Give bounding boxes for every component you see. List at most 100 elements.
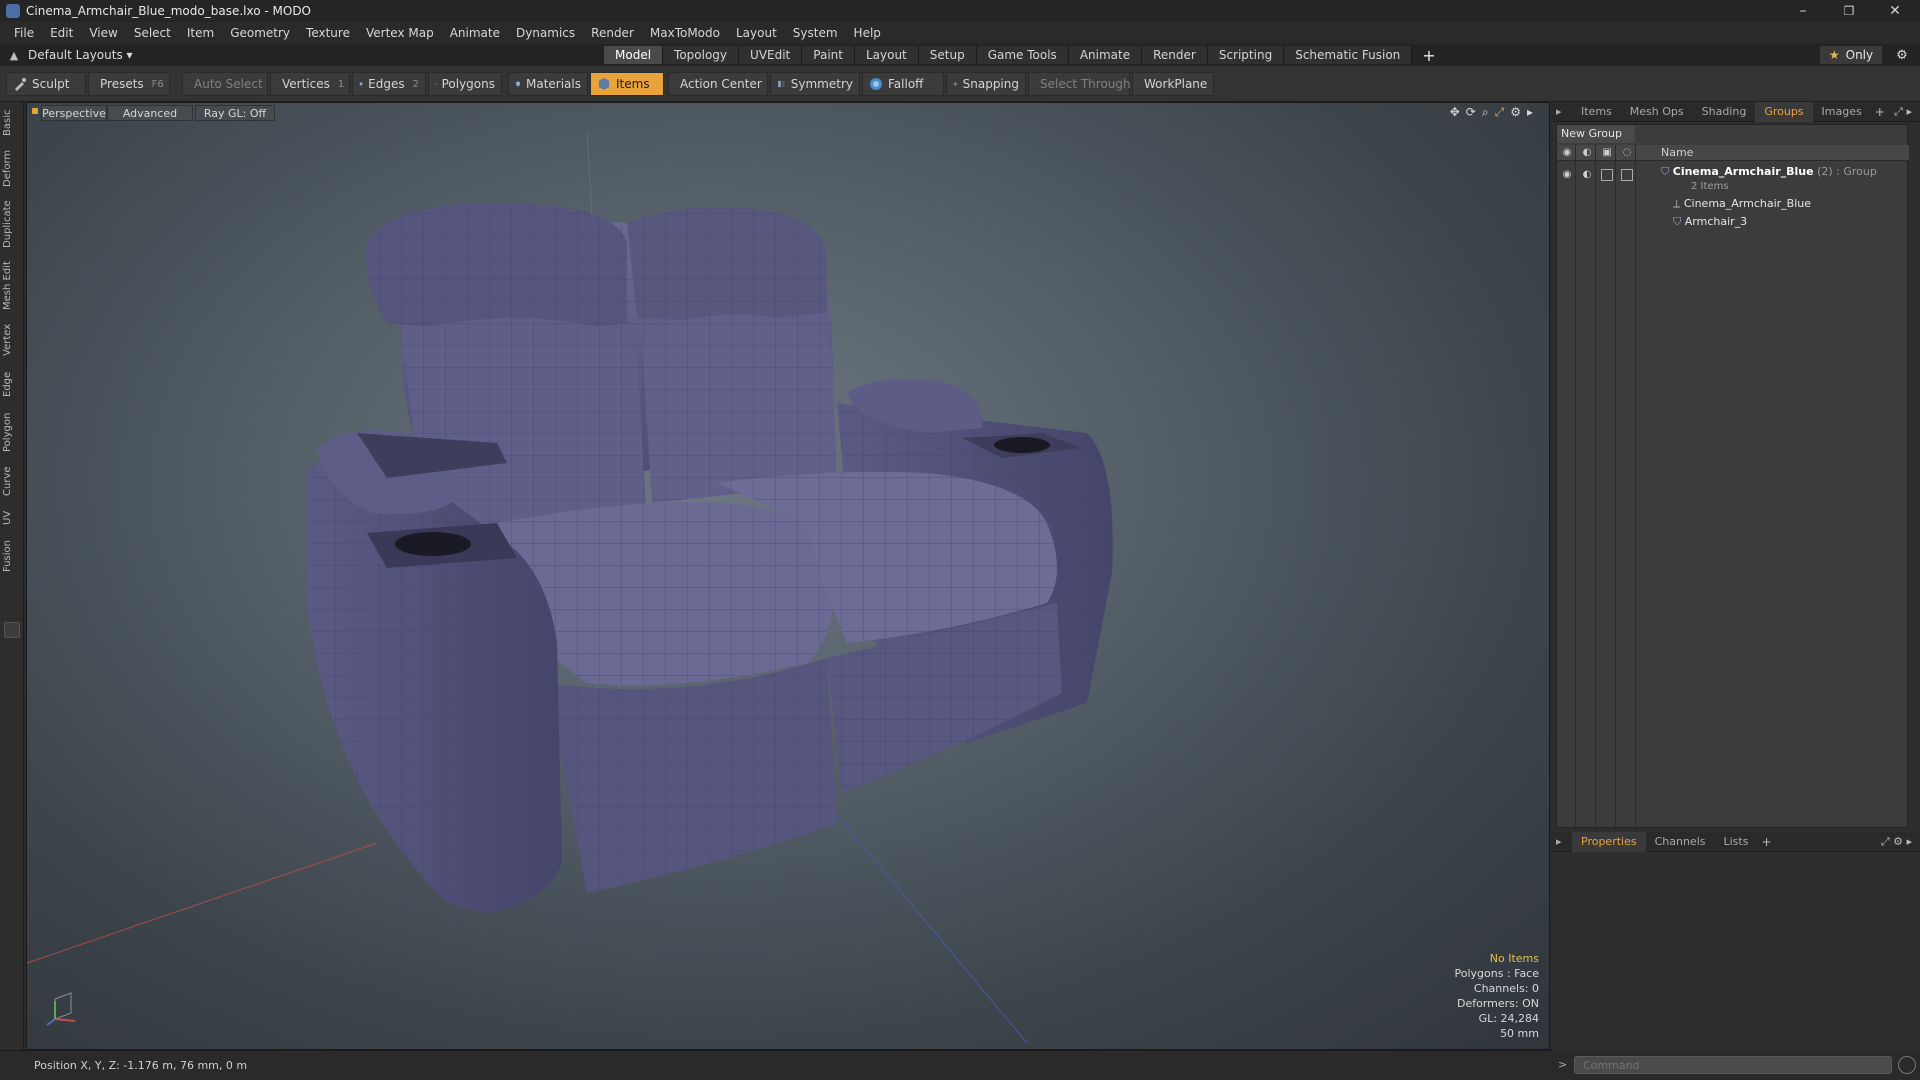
falloff-button[interactable]: Falloff [862,72,944,96]
viewport-settings-icon[interactable]: ⚙ [1510,105,1521,120]
select-column-icon[interactable]: ◌ [1621,147,1633,159]
shading-mode-dropdown[interactable]: Advanced [107,105,193,121]
menu-geometry[interactable]: Geometry [222,22,298,44]
command-run-button[interactable] [1898,1056,1916,1074]
menu-item[interactable]: Item [179,22,222,44]
workplane-button[interactable]: WorkPlane [1132,72,1214,96]
viewport-expand-icon[interactable]: ▸ [1527,105,1533,120]
menu-help[interactable]: Help [846,22,889,44]
add-panel-tab-button[interactable]: + [1761,835,1771,849]
menu-edit[interactable]: Edit [42,22,81,44]
menu-layout[interactable]: Layout [728,22,785,44]
panel-settings-icon[interactable]: ⤢ ⚙ ▸ [1881,835,1912,849]
panel-menu-icon[interactable]: ▸ [1552,102,1572,122]
edges-button[interactable]: Edges 2 [352,72,426,96]
tab-groups[interactable]: Groups [1755,101,1813,122]
tab-channels[interactable]: Channels [1646,832,1715,852]
layout-selector[interactable]: Default Layouts ▾ [28,48,133,62]
menu-render[interactable]: Render [583,22,642,44]
group-child-row[interactable]: ⛉ Armchair_3 [1673,213,1747,231]
close-button[interactable]: ✕ [1872,0,1918,22]
symmetry-button[interactable]: Symmetry [770,72,860,96]
tab-images[interactable]: Images [1813,102,1871,122]
menu-animate[interactable]: Animate [442,22,508,44]
materials-button[interactable]: Materials [508,72,588,96]
items-button[interactable]: Items [590,72,664,96]
left-tab-basic[interactable]: Basic [2,106,22,140]
tab-render[interactable]: Render [1142,46,1208,64]
menu-maxtomodo[interactable]: MaxToModo [642,22,728,44]
left-tab-uv[interactable]: UV [2,506,22,530]
view-mode-dropdown[interactable]: Perspective [41,105,107,121]
tab-setup[interactable]: Setup [918,46,977,64]
visibility-column-icon[interactable]: ◉ [1561,147,1573,159]
tab-animate[interactable]: Animate [1068,46,1143,64]
action-center-button[interactable]: Action Center [668,72,768,96]
lock-column-icon[interactable]: ▣ [1601,147,1613,159]
group-visibility-toggle[interactable]: ◉ [1561,169,1573,181]
groups-list[interactable]: New Group ◉ ◐ ▣ ◌ Name ◉ ◐ ⛉ Cinema_Armc… [1556,124,1909,829]
group-child-row[interactable]: ⟂ Cinema_Armchair_Blue [1673,195,1811,213]
select-through-button[interactable]: Select Through [1028,72,1131,96]
tab-game-tools[interactable]: Game Tools [976,46,1069,64]
left-tab-mesh-edit[interactable]: Mesh Edit [2,258,22,314]
restore-button[interactable]: ❐ [1826,0,1872,22]
left-tab-edge[interactable]: Edge [2,366,22,402]
snapping-button[interactable]: Snapping [946,72,1026,96]
command-input[interactable] [1574,1056,1892,1074]
command-history-icon[interactable]: > [1558,1058,1567,1071]
fit-view-icon[interactable]: ⤢ [1495,105,1505,120]
menu-select[interactable]: Select [126,22,179,44]
viewport-menu-icon[interactable] [32,108,38,114]
tab-properties[interactable]: Properties [1572,831,1646,852]
gear-icon[interactable]: ⚙ [1890,46,1914,64]
tab-lists[interactable]: Lists [1715,832,1758,852]
menu-system[interactable]: System [785,22,846,44]
menu-file[interactable]: File [6,22,42,44]
vertices-button[interactable]: Vertices 1 [270,72,350,96]
tab-scripting[interactable]: Scripting [1207,46,1285,64]
tab-paint[interactable]: Paint [802,46,855,64]
3d-viewport[interactable]: Perspective Advanced Ray GL: Off ✥ ⟳ ⌕ ⤢… [26,102,1550,1050]
polygons-button[interactable]: Polygons [428,72,502,96]
left-tab-vertex[interactable]: Vertex [2,320,22,360]
tab-layout[interactable]: Layout [854,46,919,64]
move-view-icon[interactable]: ✥ [1450,105,1460,120]
rotate-view-icon[interactable]: ⟳ [1466,105,1476,120]
left-tab-polygon[interactable]: Polygon [2,408,22,456]
group-select-toggle[interactable] [1621,169,1633,181]
menu-dynamics[interactable]: Dynamics [508,22,583,44]
panel-menu-icon[interactable]: ▸ [1552,832,1572,852]
minimize-button[interactable]: – [1780,0,1826,22]
left-tab-fusion[interactable]: Fusion [2,536,22,576]
presets-button[interactable]: Presets F6 [88,72,170,96]
scene-canvas[interactable] [27,103,1550,1050]
left-tab-curve[interactable]: Curve [2,462,22,500]
layout-collapse-icon[interactable]: ▲ [4,44,24,66]
group-render-toggle[interactable]: ◐ [1581,169,1593,181]
tab-items[interactable]: Items [1572,102,1621,122]
only-button[interactable]: ★ Only [1820,46,1882,64]
group-lock-toggle[interactable] [1601,169,1613,181]
group-row[interactable]: ⛉ Cinema_Armchair_Blue (2) : Group [1661,163,1877,181]
tab-model[interactable]: Model [604,46,664,64]
panel-expand-icon[interactable]: ⤢ ▸ [1894,105,1912,119]
tab-shading[interactable]: Shading [1693,102,1756,122]
cinema-armchair-model[interactable] [307,203,1113,913]
add-layout-tab-button[interactable]: + [1422,46,1435,65]
left-panel-toggle[interactable] [4,622,20,638]
sculpt-button[interactable]: Sculpt [6,72,86,96]
tab-topology[interactable]: Topology [663,46,740,64]
tab-uvedit[interactable]: UVEdit [739,46,803,64]
raygl-toggle[interactable]: Ray GL: Off [195,105,275,121]
left-tab-duplicate[interactable]: Duplicate [2,196,22,252]
auto-select-button[interactable]: Auto Select [182,72,268,96]
render-column-icon[interactable]: ◐ [1581,147,1593,159]
tab-mesh-ops[interactable]: Mesh Ops [1621,102,1693,122]
left-tab-deform[interactable]: Deform [2,146,22,190]
zoom-view-icon[interactable]: ⌕ [1482,105,1489,120]
new-group-button[interactable]: New Group [1557,125,1635,143]
add-panel-tab-button[interactable]: + [1875,105,1885,119]
menu-vertex-map[interactable]: Vertex Map [358,22,442,44]
tab-schematic-fusion[interactable]: Schematic Fusion [1284,46,1413,64]
